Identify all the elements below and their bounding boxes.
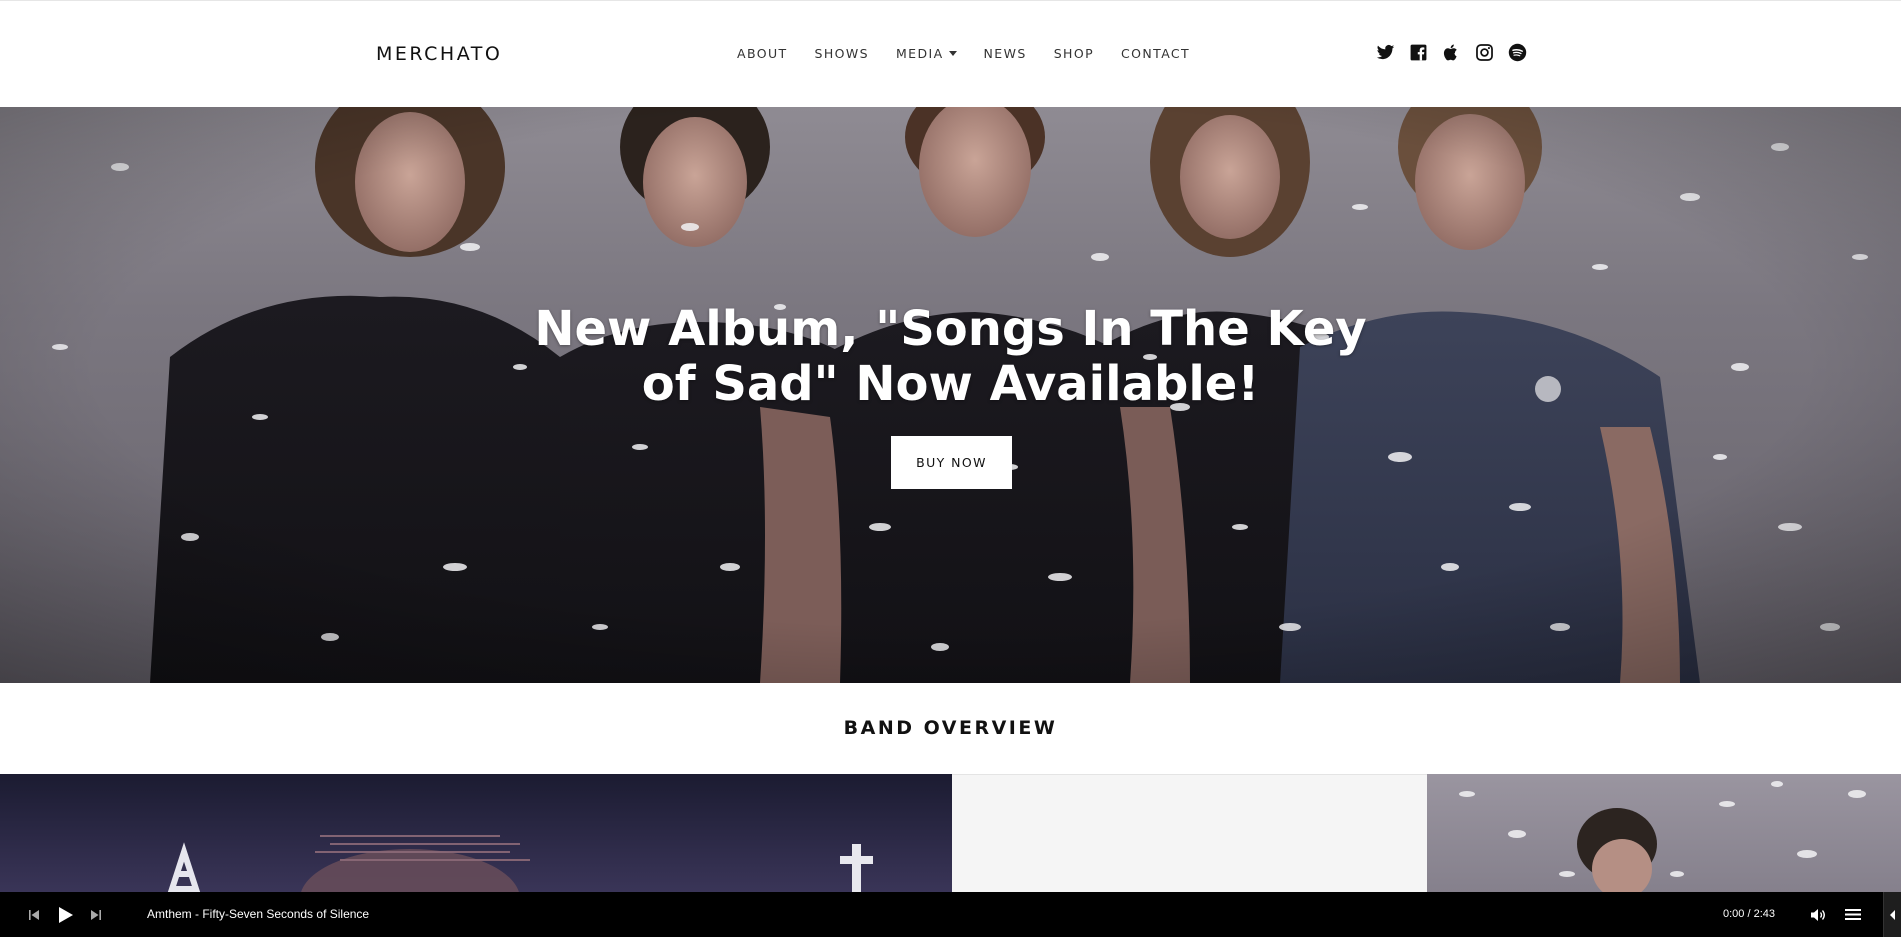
- collapse-icon: [1889, 909, 1895, 920]
- overview-text-tile: [952, 774, 1427, 893]
- nav-contact[interactable]: CONTACT: [1121, 46, 1190, 61]
- apple-icon[interactable]: [1442, 43, 1461, 62]
- hero-banner: New Album, "Songs In The Key of Sad" Now…: [0, 107, 1901, 683]
- hero-title-line-1: New Album, "Songs In The Key: [534, 301, 1367, 357]
- playback-time: 0:00 / 2:43: [1723, 908, 1775, 920]
- volume-icon: [1811, 908, 1825, 921]
- social-links: [1376, 43, 1527, 62]
- instagram-icon[interactable]: [1475, 43, 1494, 62]
- player-collapse-button[interactable]: [1883, 892, 1901, 937]
- nav-about[interactable]: ABOUT: [737, 46, 788, 61]
- buy-now-button[interactable]: BUY NOW: [891, 436, 1012, 489]
- now-playing-title: Amthem - Fifty-Seven Seconds of Silence: [147, 907, 370, 921]
- site-header: MERCHATO ABOUT SHOWS MEDIA NEWS SHOP CON…: [0, 0, 1901, 107]
- site-logo[interactable]: MERCHATO: [376, 43, 502, 65]
- hero-title-line-2: of Sad" Now Available!: [641, 356, 1260, 412]
- nav-media-label: MEDIA: [896, 46, 944, 61]
- band-member-photo: [1459, 781, 1866, 893]
- album-artwork-tile[interactable]: [0, 774, 952, 893]
- playlist-icon: [1845, 909, 1861, 920]
- chevron-down-icon: [948, 51, 957, 56]
- overview-gallery: [0, 774, 1901, 893]
- album-artwork-image: [167, 835, 873, 893]
- nav-media[interactable]: MEDIA: [896, 46, 957, 61]
- nav-shows[interactable]: SHOWS: [815, 46, 869, 61]
- band-overview-title: BAND OVERVIEW: [843, 717, 1058, 739]
- audio-player: Amthem - Fifty-Seven Seconds of Silence …: [0, 892, 1901, 937]
- facebook-icon[interactable]: [1409, 43, 1428, 62]
- playlist-button[interactable]: [1843, 892, 1863, 937]
- next-track-button[interactable]: [86, 892, 106, 937]
- previous-track-button[interactable]: [24, 892, 44, 937]
- twitter-icon[interactable]: [1376, 43, 1395, 62]
- play-icon: [59, 906, 73, 923]
- nav-shop[interactable]: SHOP: [1054, 46, 1094, 61]
- previous-icon: [29, 909, 39, 920]
- main-nav: ABOUT SHOWS MEDIA NEWS SHOP CONTACT: [737, 46, 1217, 61]
- play-button[interactable]: [54, 892, 78, 937]
- hero-title: New Album, "Songs In The Key of Sad" Now…: [0, 302, 1901, 412]
- nav-news[interactable]: NEWS: [984, 46, 1027, 61]
- next-icon: [91, 909, 101, 920]
- band-member-photo-tile[interactable]: [1427, 774, 1901, 893]
- volume-button[interactable]: [1808, 892, 1828, 937]
- spotify-icon[interactable]: [1508, 43, 1527, 62]
